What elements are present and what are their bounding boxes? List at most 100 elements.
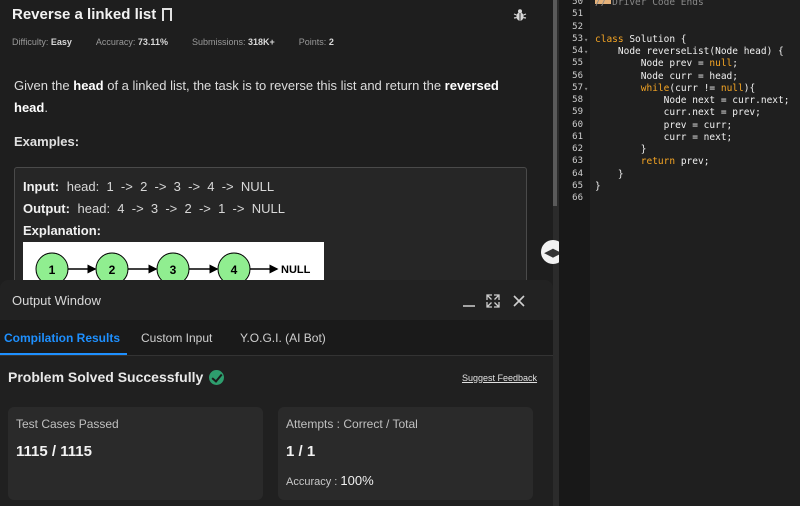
line-number: 66 — [572, 193, 583, 203]
code-line[interactable]: Node curr = head; — [595, 71, 738, 82]
desc-text: of a linked list, the task is to reverse… — [103, 78, 445, 93]
code-line[interactable]: } — [595, 144, 647, 155]
points-value: 2 — [328, 37, 334, 47]
desc-text: . — [44, 100, 48, 115]
test-cases-card: Test Cases Passed 1115 / 1115 — [8, 407, 263, 500]
node-label: 1 — [49, 263, 56, 277]
points: Points: 2 — [299, 37, 334, 47]
code-line[interactable]: Node next = curr.next; — [595, 95, 790, 106]
line-number: 60 — [572, 119, 583, 130]
example-box: Input: head: 1 -> 2 -> 3 -> 4 -> NULL Ou… — [14, 167, 527, 297]
code-line[interactable]: prev = curr; — [595, 120, 733, 131]
test-cases-label: Test Cases Passed — [16, 417, 119, 431]
problem-title: Reverse a linked list — [12, 6, 157, 23]
title-row: Reverse a linked list — [12, 6, 173, 25]
null-label: NULL — [281, 264, 311, 276]
result-status: Problem Solved Successfully — [8, 369, 225, 385]
tab-compilation-results[interactable]: Compilation Results — [4, 331, 120, 345]
accuracy-result: Accuracy : 100% — [286, 473, 374, 488]
line-number: 64 — [572, 168, 583, 179]
attempts-card: Attempts : Correct / Total 1 / 1 Accurac… — [278, 407, 533, 500]
code-line[interactable]: Node prev = null; — [595, 58, 738, 69]
line-number: 58 — [572, 95, 583, 105]
line-number: 51 — [572, 9, 583, 20]
close-icon[interactable] — [512, 294, 526, 308]
code-editor[interactable]: 50 51 52 53 ▾ 54 ▾ 55 56 57 ▾ 58 59 60 61 62 63 64 65 66 //… — [559, 0, 800, 506]
code-area[interactable]: // Driver Code Ends class Solution { Node… — [595, 0, 800, 506]
status-text: Problem Solved Successfully — [8, 369, 204, 385]
code-line[interactable]: Node reverseList(Node head) { — [595, 46, 784, 57]
submissions-label: Submissions: — [191, 37, 246, 47]
output-title: Output Window — [12, 293, 101, 308]
check-circle-icon — [209, 369, 225, 385]
line-number: 55 — [572, 58, 583, 69]
code-line[interactable]: class Solution { — [595, 34, 687, 45]
submissions-value: 318K+ — [248, 37, 275, 47]
output-value: head: 4 -> 3 -> 2 -> 1 -> NULL — [77, 201, 285, 216]
code-line[interactable]: return prev; — [595, 156, 710, 167]
code-line[interactable]: } — [595, 181, 601, 192]
difficulty-value: Easy — [50, 37, 72, 47]
active-tab-indicator — [0, 353, 127, 355]
fold-arrow-icon[interactable]: ▾ — [584, 48, 588, 56]
problem-scrollbar[interactable] — [553, 0, 557, 206]
node-label: 3 — [170, 263, 177, 277]
line-number: 59 — [572, 107, 583, 118]
input-label: Input: — [23, 179, 60, 194]
example-input: Input: head: 1 -> 2 -> 3 -> 4 -> NULL — [23, 178, 518, 200]
accuracy-result-label: Accuracy : — [286, 476, 338, 488]
fold-arrow-icon[interactable]: ▾ — [584, 85, 588, 93]
fold-arrow-icon[interactable]: ▾ — [584, 36, 588, 44]
code-line[interactable]: // Driver Code Ends — [595, 0, 704, 8]
line-number: 54 — [572, 46, 583, 56]
problem-statement: Reverse a linked list Difficulty: Easy A… — [0, 0, 553, 297]
output-tabs: Compilation Results Custom Input Y.O.G.I… — [0, 320, 553, 356]
output-header: Output Window — [0, 280, 553, 320]
bug-icon[interactable] — [513, 8, 527, 22]
attempts-value: 1 / 1 — [286, 443, 316, 460]
line-number: 63 — [572, 156, 583, 167]
code-line[interactable]: } — [595, 169, 624, 180]
line-number: 52 — [572, 21, 583, 32]
accuracy-value: 73.11% — [137, 37, 168, 47]
line-number: 62 — [572, 144, 583, 154]
example-output: Output: head: 4 -> 3 -> 2 -> 1 -> NULL — [23, 200, 518, 222]
code-line[interactable]: curr = next; — [595, 132, 733, 143]
points-label: Points: — [298, 37, 327, 47]
examples-heading: Examples: — [14, 134, 80, 149]
line-number: 56 — [572, 70, 583, 81]
node-label: 4 — [231, 263, 238, 277]
difficulty: Difficulty: Easy — [12, 37, 72, 47]
accuracy-label: Accuracy: — [95, 37, 136, 47]
problem-meta: Difficulty: Easy Accuracy: 73.11% Submis… — [12, 37, 358, 47]
tab-custom-input[interactable]: Custom Input — [141, 331, 212, 345]
test-cases-value: 1115 / 1115 — [16, 443, 92, 460]
line-number: 61 — [572, 131, 583, 142]
accuracy-result-value: 100% — [340, 473, 374, 488]
suggest-feedback-link[interactable]: Suggest Feedback — [462, 373, 537, 383]
explanation-label: Explanation: — [23, 223, 102, 238]
node-label: 2 — [109, 263, 116, 277]
line-number: 50 — [572, 0, 583, 7]
code-line[interactable]: curr.next = prev; — [595, 107, 761, 118]
code-line[interactable]: while(curr != null){ — [595, 83, 755, 94]
bookmark-icon[interactable] — [162, 8, 173, 25]
attempts-label: Attempts : Correct / Total — [286, 417, 418, 431]
line-number: 53 — [572, 33, 583, 44]
accuracy: Accuracy: 73.11% — [96, 37, 168, 47]
submissions: Submissions: 318K+ — [192, 37, 275, 47]
line-number: 57 — [572, 82, 583, 93]
problem-pane: Reverse a linked list Difficulty: Easy A… — [0, 0, 553, 506]
expand-icon[interactable] — [486, 294, 500, 308]
tab-yogi-ai-bot[interactable]: Y.O.G.I. (AI Bot) — [240, 331, 326, 345]
example-explanation: Explanation: — [23, 222, 518, 244]
input-value: head: 1 -> 2 -> 3 -> 4 -> NULL — [66, 179, 275, 194]
minimize-icon[interactable] — [462, 294, 476, 308]
desc-bold: head — [73, 78, 104, 93]
output-window: Output Window Compilation Results Custom… — [0, 280, 553, 506]
difficulty-label: Difficulty: — [12, 37, 49, 47]
output-label: Output: — [23, 201, 70, 216]
line-number: 65 — [572, 180, 583, 191]
problem-description: Given the head of a linked list, the tas… — [14, 75, 529, 119]
desc-text: Given the — [14, 78, 74, 93]
